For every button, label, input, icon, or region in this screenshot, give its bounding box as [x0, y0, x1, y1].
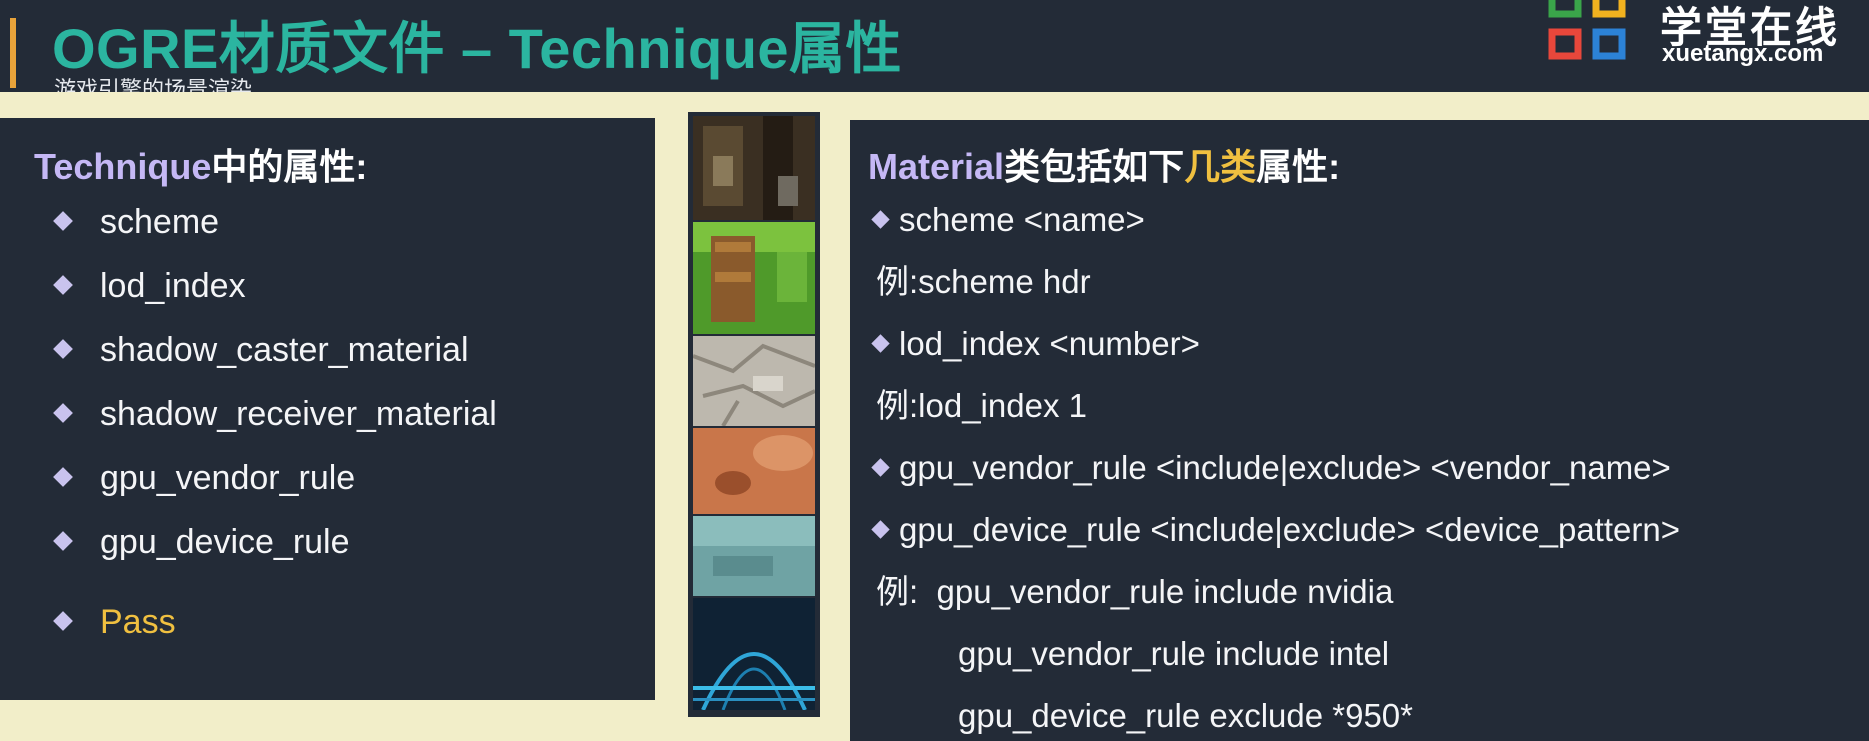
logo-grid-icon [1548, 0, 1626, 60]
example-line: 例: gpu_vendor_rule include nvidia [876, 573, 1394, 610]
left-heading-highlight: Technique [34, 146, 212, 187]
diamond-bullet-icon [871, 334, 890, 353]
technique-attribute-list: scheme lod_index shadow_caster_material … [50, 202, 497, 666]
right-heading-highlight: 几类 [1184, 146, 1257, 187]
diamond-bullet-icon [53, 339, 73, 359]
attribute-line: scheme <name> [870, 200, 1145, 240]
list-item: shadow_caster_material [50, 330, 497, 394]
list-item-pass: Pass [50, 602, 497, 666]
attribute-line: lod_index <number> [870, 324, 1200, 364]
list-item: gpu_vendor_rule [50, 458, 497, 522]
left-heading-rest: 中的属性: [211, 146, 368, 187]
right-heading: Material类包括如下几类属性: [868, 138, 1340, 190]
right-heading-material: Material [868, 146, 1005, 187]
left-heading: Technique中的属性: [34, 138, 367, 190]
diamond-bullet-icon [53, 275, 73, 295]
diamond-bullet-icon [53, 403, 73, 423]
example-line: 例:lod_index 1 [876, 387, 1087, 424]
accent-bar [10, 18, 16, 88]
dungeon-texture-image [693, 116, 815, 220]
list-item: gpu_device_rule [50, 522, 497, 586]
right-heading-part2: 类包括如下 [1004, 146, 1185, 187]
xuetangx-logo: 学堂在线 xuetangx.com [1548, 0, 1866, 76]
example-line: gpu_device_rule exclude *950* [958, 697, 1414, 734]
ice-texture-image [693, 516, 815, 596]
attribute-line: gpu_vendor_rule <include|exclude> <vendo… [870, 448, 1671, 488]
diamond-bullet-icon [53, 611, 73, 631]
attribute-line: gpu_device_rule <include|exclude> <devic… [870, 510, 1680, 550]
right-heading-part4: 属性: [1256, 146, 1341, 187]
diamond-bullet-icon [53, 211, 73, 231]
skin-texture-image [693, 428, 815, 514]
list-item: lod_index [50, 266, 497, 330]
diamond-bullet-icon [871, 520, 890, 539]
logo-text-en: xuetangx.com [1662, 40, 1824, 67]
diamond-bullet-icon [871, 210, 890, 229]
stone-texture-image [693, 336, 815, 426]
diamond-bullet-icon [871, 458, 890, 477]
example-line: gpu_vendor_rule include intel [958, 635, 1390, 672]
scifi-tunnel-texture-image [693, 598, 815, 710]
list-item: scheme [50, 202, 497, 266]
list-item: shadow_receiver_material [50, 394, 497, 458]
example-line: 例:scheme hdr [876, 263, 1091, 300]
grass-crate-texture-image [693, 222, 815, 334]
diamond-bullet-icon [53, 531, 73, 551]
diamond-bullet-icon [53, 467, 73, 487]
